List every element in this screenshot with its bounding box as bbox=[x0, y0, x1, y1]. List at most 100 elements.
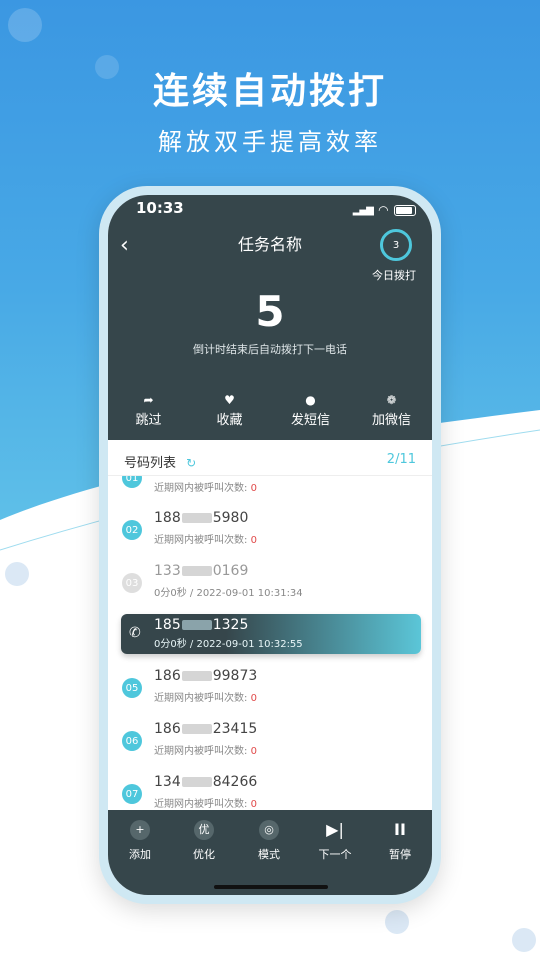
battery-icon bbox=[394, 204, 416, 216]
add-wechat-label: 加微信 bbox=[371, 413, 411, 428]
status-bar: 10:33 ▂▄▆ ◠ bbox=[136, 199, 416, 219]
signal-icon: ▂▄▆ bbox=[352, 204, 374, 216]
phone-call-icon: ✆ bbox=[129, 625, 141, 641]
list-header: 号码列表 ↻ 2/11 bbox=[108, 440, 432, 476]
refresh-icon[interactable]: ↻ bbox=[186, 456, 196, 470]
today-calls-ring[interactable]: 3 bbox=[380, 229, 412, 261]
row-index-badge: 01 bbox=[122, 476, 142, 488]
row-phone-number: 186 23415 bbox=[154, 721, 257, 737]
list-item[interactable]: 05 186 99873 近期网内被呼叫次数: 0 bbox=[108, 662, 432, 712]
phone-suffix: 23415 bbox=[212, 721, 258, 737]
phone-suffix: 84266 bbox=[212, 774, 258, 790]
row-sub: 近期网内被呼叫次数: 0 bbox=[154, 742, 257, 757]
row-sub: 近期网内被呼叫次数: 0 bbox=[154, 689, 257, 704]
list-title-wrap: 号码列表 ↻ bbox=[124, 452, 196, 471]
list-item[interactable]: 01 近期网内被呼叫次数: 0 bbox=[108, 476, 432, 502]
masked-digits bbox=[181, 671, 212, 681]
phone-prefix: 186 bbox=[154, 721, 181, 737]
masked-digits bbox=[181, 620, 212, 630]
send-sms-button[interactable]: ● 发短信 bbox=[276, 393, 346, 428]
phone-prefix: 133 bbox=[154, 563, 181, 579]
phone-prefix: 186 bbox=[154, 668, 181, 684]
row-index-badge: 07 bbox=[122, 784, 142, 804]
row-phone-number: 185 1325 bbox=[154, 617, 248, 633]
action-row: ➦ 跳过 ♥ 收藏 ● 发短信 ❁ 加微信 bbox=[108, 393, 432, 428]
row-sub: 0分0秒 / 2022-09-01 10:32:55 bbox=[154, 635, 303, 650]
row-index-badge: 03 bbox=[122, 573, 142, 593]
skip-button[interactable]: ➦ 跳过 bbox=[114, 393, 184, 428]
add-button[interactable]: + 添加 bbox=[110, 820, 170, 862]
list-item[interactable]: 06 186 23415 近期网内被呼叫次数: 0 bbox=[108, 715, 432, 765]
skip-label: 跳过 bbox=[135, 413, 162, 428]
phone-frame: 10:33 ▂▄▆ ◠ ‹ 任务名称 3 今日拨打 5 倒计时结束后自动拨打下一… bbox=[99, 186, 441, 904]
row-sub-label: 0分0秒 / 2022-09-01 10:31:34 bbox=[154, 588, 303, 599]
optimize-icon: 优 bbox=[194, 820, 214, 840]
phone-prefix: 188 bbox=[154, 510, 181, 526]
list-item[interactable]: 02 188 5980 近期网内被呼叫次数: 0 bbox=[108, 504, 432, 554]
add-label: 添加 bbox=[129, 848, 151, 861]
mode-label: 模式 bbox=[258, 848, 280, 861]
today-calls-label: 今日拨打 bbox=[372, 269, 416, 282]
skip-next-icon: ▶| bbox=[326, 820, 344, 839]
row-sub-label: 0分0秒 / 2022-09-01 10:32:55 bbox=[154, 639, 303, 650]
decorative-dot bbox=[5, 562, 29, 586]
send-sms-label: 发短信 bbox=[290, 413, 330, 428]
favorite-button[interactable]: ♥ 收藏 bbox=[195, 393, 265, 428]
phone-screen: 10:33 ▂▄▆ ◠ ‹ 任务名称 3 今日拨打 5 倒计时结束后自动拨打下一… bbox=[108, 195, 432, 895]
decorative-dot bbox=[512, 928, 536, 952]
next-button[interactable]: ▶| 下一个 bbox=[305, 820, 365, 862]
row-sub: 近期网内被呼叫次数: 0 bbox=[154, 531, 257, 546]
number-list: 01 近期网内被呼叫次数: 0 02 188 5980 近期网内被呼叫次数: 0 … bbox=[108, 476, 432, 810]
row-sub: 近期网内被呼叫次数: 0 bbox=[154, 795, 257, 810]
row-sub-value: 0 bbox=[250, 693, 257, 704]
row-sub-label: 近期网内被呼叫次数: bbox=[154, 483, 248, 494]
status-time: 10:33 bbox=[136, 199, 184, 217]
list-title: 号码列表 bbox=[124, 456, 177, 471]
row-sub-label: 近期网内被呼叫次数: bbox=[154, 535, 248, 546]
number-list-panel: 号码列表 ↻ 2/11 01 近期网内被呼叫次数: 0 02 188 5980 近… bbox=[108, 440, 432, 810]
home-indicator bbox=[214, 885, 328, 889]
list-item-active[interactable]: ✆ 185 1325 0分0秒 / 2022-09-01 10:32:55 bbox=[121, 614, 421, 654]
row-index-badge: 06 bbox=[122, 731, 142, 751]
pause-icon: II bbox=[394, 820, 406, 839]
row-phone-number: 186 99873 bbox=[154, 668, 257, 684]
promo-subheadline: 解放双手提高效率 bbox=[158, 128, 382, 156]
optimize-button[interactable]: 优 优化 bbox=[174, 820, 234, 862]
row-phone-number: 134 84266 bbox=[154, 774, 257, 790]
phone-suffix: 5980 bbox=[212, 510, 249, 526]
decorative-dot bbox=[8, 8, 42, 42]
row-sub-value: 0 bbox=[250, 483, 257, 494]
phone-suffix: 99873 bbox=[212, 668, 258, 684]
row-phone-number: 188 5980 bbox=[154, 510, 248, 526]
list-item[interactable]: 07 134 84266 近期网内被呼叫次数: 0 bbox=[108, 768, 432, 810]
wechat-icon: ❁ bbox=[386, 393, 397, 407]
mode-button[interactable]: ◎ 模式 bbox=[239, 820, 299, 862]
task-header-panel: 10:33 ▂▄▆ ◠ ‹ 任务名称 3 今日拨打 5 倒计时结束后自动拨打下一… bbox=[108, 195, 432, 440]
masked-digits bbox=[181, 777, 212, 787]
phone-prefix: 134 bbox=[154, 774, 181, 790]
masked-digits bbox=[181, 566, 212, 576]
pause-label: 暂停 bbox=[389, 848, 411, 861]
row-sub-label: 近期网内被呼叫次数: bbox=[154, 799, 248, 810]
pause-button[interactable]: II 暂停 bbox=[370, 820, 430, 862]
next-label: 下一个 bbox=[318, 848, 352, 861]
wifi-icon: ◠ bbox=[378, 203, 388, 217]
list-item[interactable]: 03 133 0169 0分0秒 / 2022-09-01 10:31:34 bbox=[108, 557, 432, 607]
row-sub: 0分0秒 / 2022-09-01 10:31:34 bbox=[154, 584, 303, 599]
plus-icon: + bbox=[130, 820, 150, 840]
row-sub-value: 0 bbox=[250, 799, 257, 810]
countdown-description: 倒计时结束后自动拨打下一电话 bbox=[193, 343, 347, 356]
row-index-badge: 05 bbox=[122, 678, 142, 698]
masked-digits bbox=[181, 513, 212, 523]
phone-suffix: 1325 bbox=[212, 617, 249, 633]
heart-icon: ♥ bbox=[224, 393, 235, 407]
countdown-value: 5 bbox=[255, 287, 285, 336]
phone-suffix: 0169 bbox=[212, 563, 249, 579]
favorite-label: 收藏 bbox=[216, 413, 243, 428]
promo-headline: 连续自动拨打 bbox=[152, 71, 387, 112]
row-phone-number: 133 0169 bbox=[154, 563, 248, 579]
row-sub-value: 0 bbox=[250, 746, 257, 757]
add-wechat-button[interactable]: ❁ 加微信 bbox=[357, 393, 427, 428]
row-sub-value: 0 bbox=[250, 535, 257, 546]
row-sub: 近期网内被呼叫次数: 0 bbox=[154, 479, 257, 494]
